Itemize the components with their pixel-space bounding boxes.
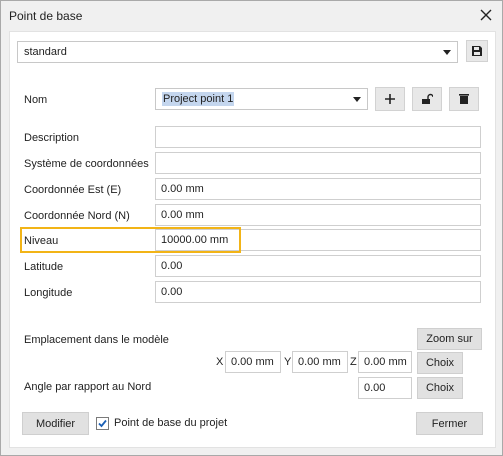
close-icon: [480, 9, 492, 21]
trash-icon: [459, 94, 469, 104]
nom-value-wrap: Project point 1: [162, 92, 235, 106]
x-field[interactable]: 0.00 mm: [225, 351, 281, 373]
latitude-label: Latitude: [24, 261, 64, 273]
nom-label: Nom: [24, 94, 48, 106]
dialog-window: Point de base standard Nom Project point…: [0, 0, 503, 456]
x-value: 0.00 mm: [231, 356, 274, 368]
unlock-icon: [422, 93, 433, 104]
longitude-label: Longitude: [24, 287, 73, 299]
checkmark-icon: [98, 419, 107, 428]
title-bar: Point de base: [1, 1, 502, 31]
nord-label: Coordonnée Nord (N): [24, 210, 130, 222]
add-point-button[interactable]: [375, 87, 405, 111]
angle-field[interactable]: 0.00: [358, 377, 412, 399]
latitude-field[interactable]: 0.00: [155, 255, 481, 277]
y-field[interactable]: 0.00 mm: [292, 351, 348, 373]
preset-value: standard: [24, 46, 67, 58]
choix-angle-label: Choix: [425, 382, 455, 394]
nom-dropdown[interactable]: Project point 1: [155, 88, 368, 110]
zoom-button-label: Zoom sur: [426, 333, 473, 345]
close-button[interactable]: [476, 5, 496, 25]
systeme-label: Système de coordonnées: [24, 158, 149, 170]
emplacement-label: Emplacement dans le modèle: [24, 334, 169, 346]
zoom-button[interactable]: Zoom sur: [417, 328, 482, 350]
angle-value: 0.00: [364, 382, 386, 394]
est-value: 0.00 mm: [161, 183, 204, 195]
point-de-base-label: Point de base du projet: [114, 417, 228, 429]
x-label: X: [216, 356, 224, 368]
unlock-button[interactable]: [412, 87, 442, 111]
chevron-down-icon: [443, 50, 451, 55]
y-label: Y: [284, 356, 292, 368]
nord-value: 0.00 mm: [161, 209, 204, 221]
est-label: Coordonnée Est (E): [24, 184, 122, 196]
description-label: Description: [24, 132, 80, 144]
modifier-label: Modifier: [35, 417, 76, 430]
content-panel: standard Nom Project point 1 Description…: [9, 31, 496, 448]
angle-label: Angle par rapport au Nord: [24, 381, 152, 393]
choix-position-label: Choix: [425, 357, 455, 369]
niveau-highlight: [20, 227, 241, 253]
latitude-value: 0.00: [161, 260, 183, 272]
fermer-label: Fermer: [431, 417, 468, 430]
z-label: Z: [350, 356, 357, 368]
nom-value: Project point 1: [162, 92, 235, 106]
z-field[interactable]: 0.00 mm: [358, 351, 412, 373]
est-field[interactable]: 0.00 mm: [155, 178, 481, 200]
modifier-button[interactable]: Modifier: [22, 412, 89, 435]
delete-button[interactable]: [449, 87, 479, 111]
choix-angle-button[interactable]: Choix: [417, 377, 463, 399]
chevron-down-icon: [353, 97, 361, 102]
description-field[interactable]: [155, 126, 481, 148]
save-icon: [472, 46, 482, 56]
window-title: Point de base: [9, 9, 83, 23]
fermer-button[interactable]: Fermer: [416, 412, 483, 435]
preset-dropdown[interactable]: standard: [17, 41, 458, 63]
systeme-field[interactable]: [155, 152, 481, 174]
choix-position-button[interactable]: Choix: [417, 352, 463, 374]
nord-field[interactable]: 0.00 mm: [155, 204, 481, 226]
longitude-field[interactable]: 0.00: [155, 281, 481, 303]
longitude-value: 0.00: [161, 286, 183, 298]
z-value: 0.00 mm: [364, 356, 407, 368]
point-de-base-checkbox[interactable]: [96, 417, 109, 430]
y-value: 0.00 mm: [298, 356, 341, 368]
plus-icon: [385, 94, 395, 104]
save-preset-button[interactable]: [466, 40, 488, 62]
